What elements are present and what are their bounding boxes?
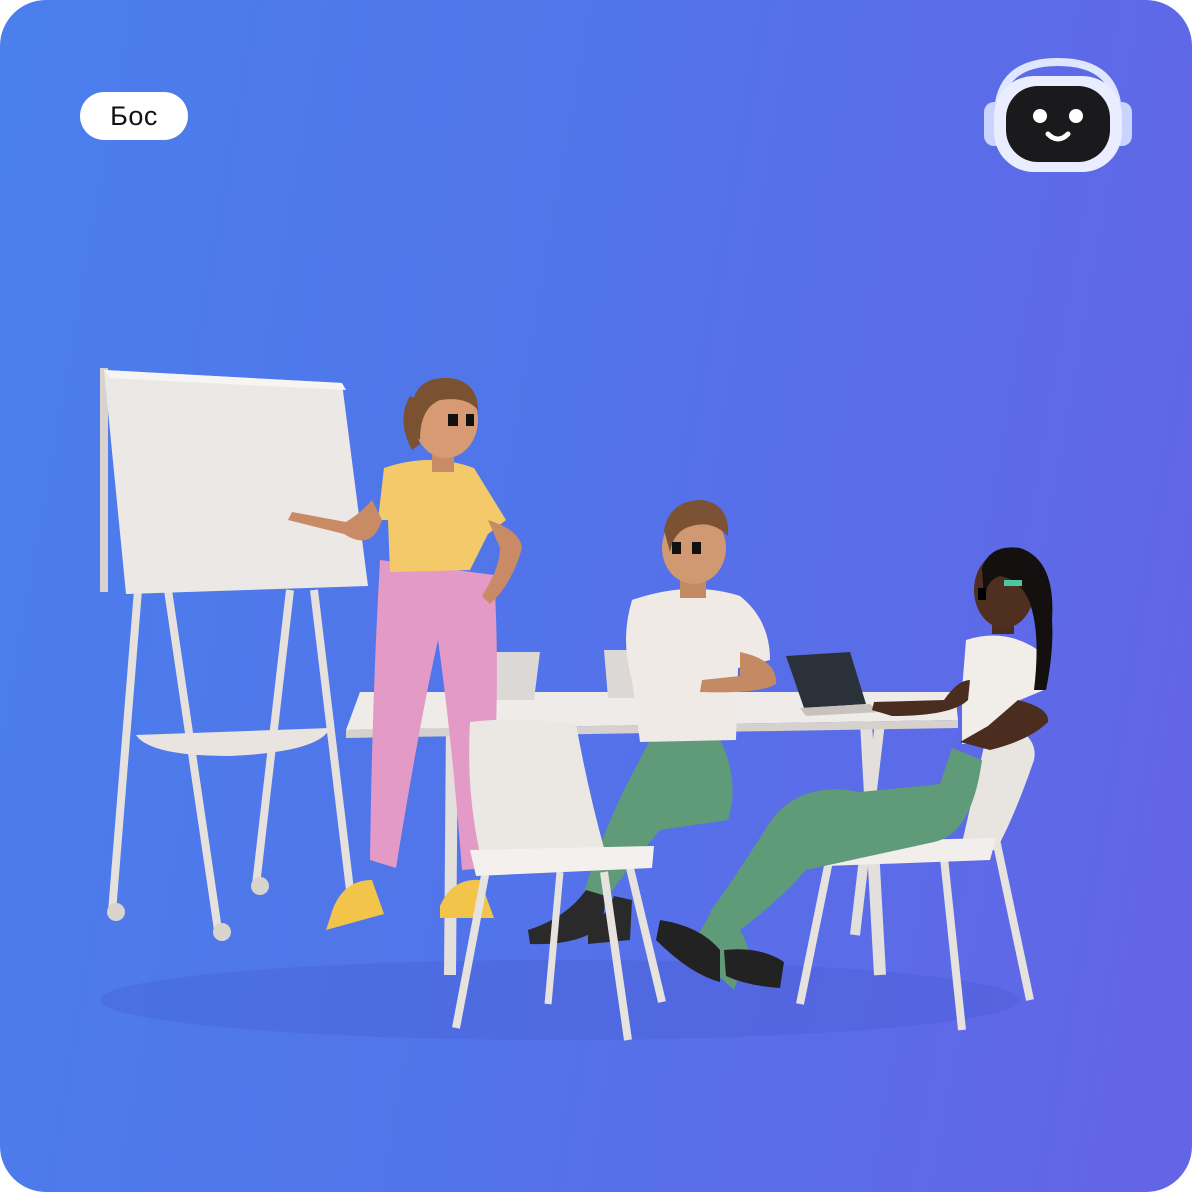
meeting-illustration	[100, 368, 1053, 1041]
promo-card: Бос	[0, 0, 1192, 1192]
whiteboard	[100, 368, 368, 941]
